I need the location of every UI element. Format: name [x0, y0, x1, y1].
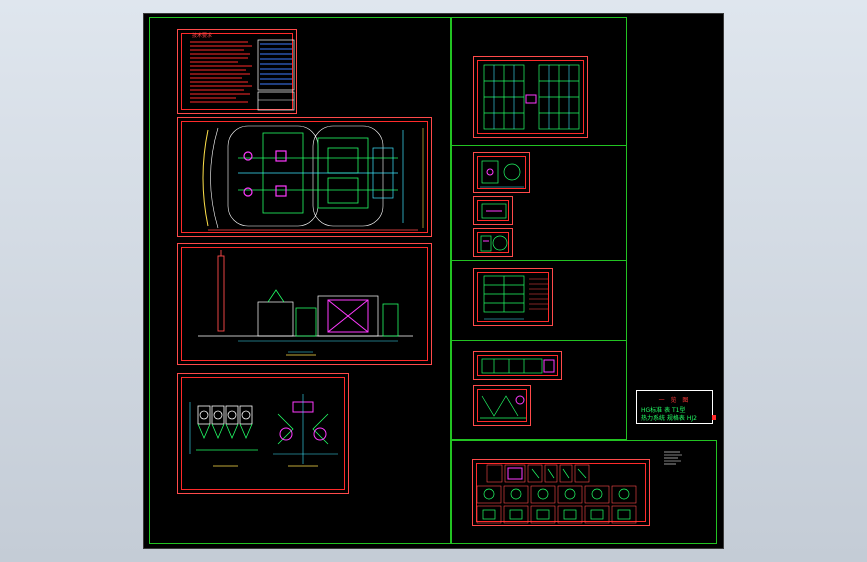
title-block-marker	[712, 415, 716, 420]
divider-3	[451, 340, 627, 341]
title-line-1: 一 览 图	[658, 397, 691, 404]
plan-sheet[interactable]	[177, 117, 432, 237]
detail-d1[interactable]	[473, 351, 562, 380]
notes-sheet[interactable]: 技术要求	[177, 29, 297, 114]
detail-b2[interactable]	[473, 196, 513, 225]
divider-1	[451, 145, 627, 146]
section-sheet[interactable]	[177, 373, 349, 494]
detail-b1[interactable]	[473, 152, 530, 193]
title-block[interactable]: 一 览 图 HG标准 表 T1型 热力系统 规格表 HJ2	[636, 390, 713, 424]
detail-b3[interactable]	[473, 228, 513, 257]
elevation-sheet[interactable]	[177, 243, 432, 365]
detail-a[interactable]	[473, 56, 588, 138]
detail-d2[interactable]	[473, 385, 531, 426]
divider-2	[451, 260, 627, 261]
detail-c[interactable]	[473, 268, 553, 326]
title-line-3: 热力系统 规格表 HJ2	[641, 415, 697, 422]
notes-title: 技术要求	[192, 33, 213, 39]
parts-sheet[interactable]	[472, 459, 650, 526]
